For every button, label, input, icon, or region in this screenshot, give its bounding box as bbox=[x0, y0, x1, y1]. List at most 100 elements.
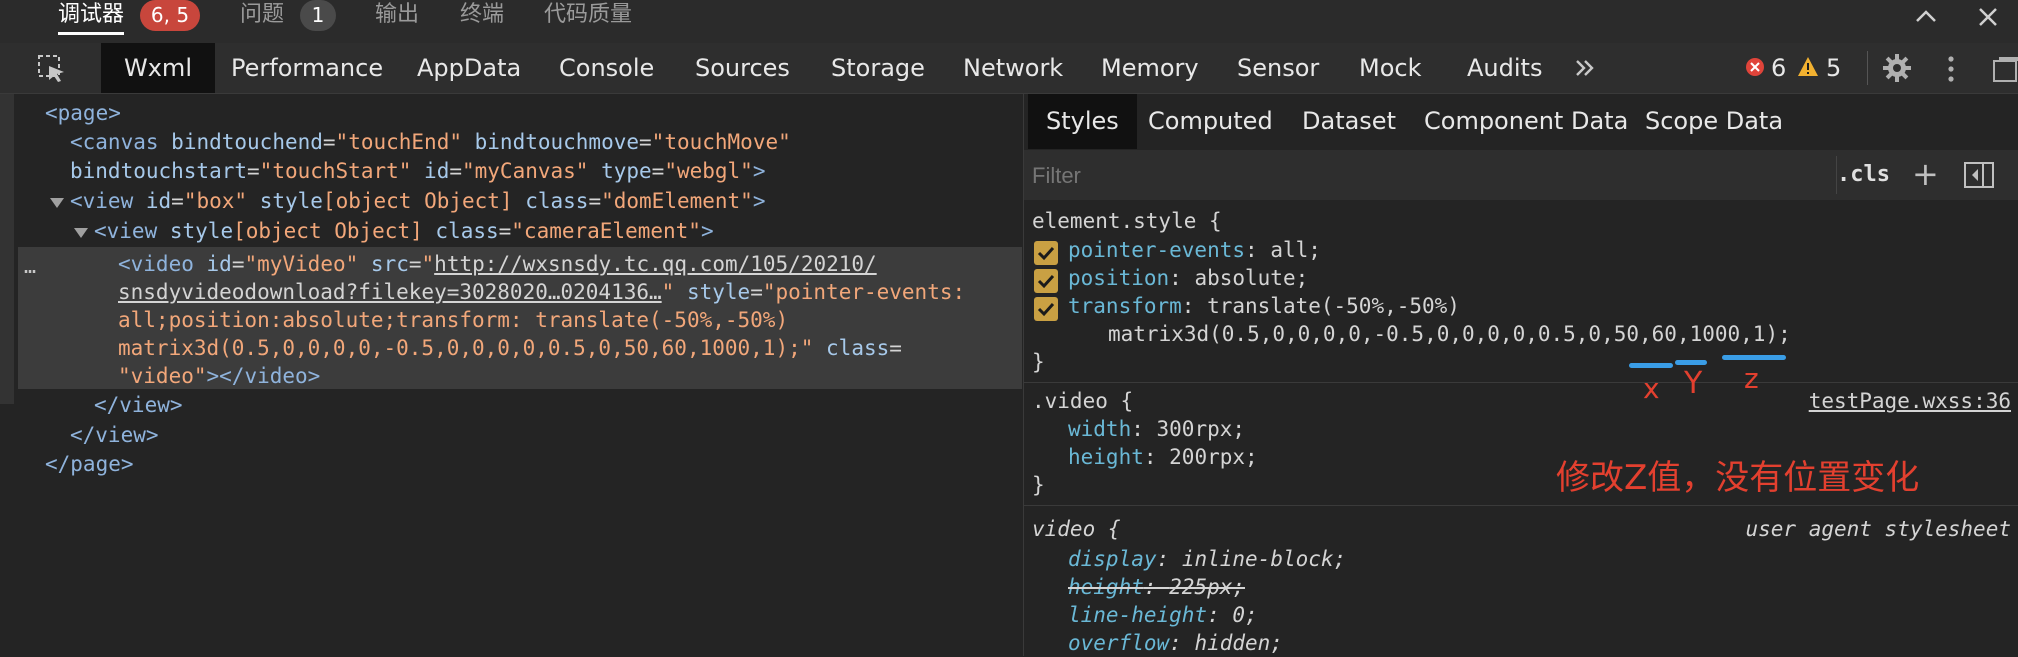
annotation-note: 修改Z值，没有位置变化 bbox=[1556, 458, 1920, 498]
prop-value[interactable]: absolute; bbox=[1194, 266, 1308, 290]
tag-view: <view bbox=[94, 219, 158, 243]
tab-code-quality[interactable]: 代码质量 bbox=[544, 0, 632, 30]
style-decl-height[interactable]: height: 200rpx; bbox=[1068, 443, 1258, 471]
more-options-icon[interactable] bbox=[1944, 54, 1958, 84]
error-count[interactable]: 6 bbox=[1771, 43, 1786, 93]
checkbox-checked[interactable] bbox=[1034, 269, 1058, 293]
style-decl-transform[interactable]: transform: translate(-50%,-50%) bbox=[1068, 292, 1460, 320]
tab-wxml[interactable]: Wxml bbox=[101, 43, 215, 93]
dom-node-video-style[interactable]: all;position:absolute;transform: transla… bbox=[118, 306, 788, 334]
tag-close: > bbox=[752, 189, 766, 213]
attr-value: "cameraElement" bbox=[511, 219, 701, 243]
dom-node-view-box[interactable]: <view id="box" style[object Object] clas… bbox=[70, 187, 765, 215]
video-class-selector: .video { bbox=[1032, 389, 1134, 413]
settings-gear-icon[interactable] bbox=[1882, 53, 1912, 83]
style-decl-overflow: overflow: hidden; bbox=[1068, 631, 1283, 655]
error-icon bbox=[1746, 58, 1764, 76]
filter-bar: .cls + bbox=[1024, 150, 2018, 200]
prop-value[interactable]: 200rpx; bbox=[1169, 445, 1258, 469]
tag-view: <view bbox=[70, 189, 134, 213]
video-src-link-cont[interactable]: snsdyvideodownload?filekey=3028020…02041… bbox=[118, 280, 662, 304]
tab-debugger[interactable]: 调试器 bbox=[58, 0, 125, 35]
prop-value[interactable]: all; bbox=[1270, 238, 1321, 262]
tab-issues[interactable]: 问题 bbox=[240, 0, 284, 30]
expand-triangle-icon[interactable] bbox=[50, 198, 64, 208]
prop-value: 0; bbox=[1232, 603, 1258, 627]
collapse-up-icon[interactable] bbox=[1911, 2, 1941, 32]
new-style-rule-button[interactable]: + bbox=[1912, 150, 1939, 198]
tag-video-close: ></video> bbox=[206, 364, 321, 388]
inspect-element-icon[interactable] bbox=[37, 54, 67, 84]
dock-side-icon[interactable] bbox=[1992, 55, 2018, 83]
tab-mock[interactable]: Mock bbox=[1359, 43, 1421, 93]
checkbox-checked[interactable] bbox=[1034, 297, 1058, 321]
source-link-testpage[interactable]: testPage.wxss:36 bbox=[1809, 387, 2011, 415]
dom-node-canvas[interactable]: <canvas bindtouchend="touchEnd" bindtouc… bbox=[70, 128, 791, 156]
dom-node-page[interactable]: <page> bbox=[45, 99, 121, 127]
tab-sensor[interactable]: Sensor bbox=[1237, 43, 1319, 93]
dom-node-page-close[interactable]: </page> bbox=[45, 450, 134, 478]
prop-name: pointer-events bbox=[1068, 238, 1246, 262]
tab-terminal[interactable]: 终端 bbox=[460, 0, 504, 30]
tag-close: > bbox=[752, 159, 766, 183]
dom-node-view-close[interactable]: </view> bbox=[94, 391, 183, 419]
dom-node-view-camera[interactable]: <view style[object Object] class="camera… bbox=[94, 217, 714, 245]
tab-component-data[interactable]: Component Data bbox=[1424, 94, 1628, 149]
attr-value: matrix3d(0.5,0,0,0,0,-0.5,0,0,0,0,0.5,0,… bbox=[118, 336, 814, 360]
issues-count-badge: 1 bbox=[300, 0, 336, 31]
tab-output[interactable]: 输出 bbox=[375, 0, 419, 30]
attr-value: "touchMove" bbox=[651, 130, 791, 154]
tab-scope-data[interactable]: Scope Data bbox=[1645, 94, 1783, 149]
dom-node-canvas-cont[interactable]: bindtouchstart="touchStart" id="myCanvas… bbox=[70, 157, 766, 185]
attr-name: class bbox=[435, 219, 499, 243]
style-decl-pointer-events[interactable]: pointer-events: all; bbox=[1068, 236, 1321, 264]
expand-triangle-icon[interactable] bbox=[74, 228, 88, 238]
prop-value: 225px; bbox=[1169, 575, 1246, 599]
tab-styles[interactable]: Styles bbox=[1028, 94, 1137, 149]
attr-name: style bbox=[169, 219, 234, 243]
annotation-underline-x bbox=[1629, 363, 1673, 368]
annotation-x-label: x bbox=[1643, 372, 1660, 405]
style-decl-width[interactable]: width: 300rpx; bbox=[1068, 415, 1245, 443]
tab-network[interactable]: Network bbox=[963, 43, 1063, 93]
checkbox-checked[interactable] bbox=[1034, 241, 1058, 265]
tab-dataset[interactable]: Dataset bbox=[1302, 94, 1396, 149]
close-icon[interactable] bbox=[1973, 2, 2003, 32]
more-tabs-chevron-icon[interactable] bbox=[1574, 58, 1596, 78]
attr-name: bindtouchend bbox=[171, 130, 323, 154]
tab-console[interactable]: Console bbox=[559, 43, 654, 93]
cls-toggle-button[interactable]: .cls bbox=[1837, 150, 1890, 200]
dom-node-video-style2[interactable]: matrix3d(0.5,0,0,0,0,-0.5,0,0,0,0,0.5,0,… bbox=[118, 334, 902, 362]
warning-count[interactable]: 5 bbox=[1826, 43, 1841, 93]
prop-name: transform bbox=[1068, 294, 1182, 318]
warning-icon bbox=[1798, 57, 1818, 76]
tab-appdata[interactable]: AppData bbox=[417, 43, 521, 93]
filter-input[interactable] bbox=[1030, 154, 1834, 198]
styles-panel: Styles Computed Dataset Component Data S… bbox=[1023, 94, 2018, 656]
attr-value: "myCanvas" bbox=[462, 159, 589, 183]
attr-name: bindtouchmove bbox=[474, 130, 640, 154]
prop-value[interactable]: 300rpx; bbox=[1157, 417, 1246, 441]
tab-performance[interactable]: Performance bbox=[231, 43, 383, 93]
dom-node-video-class[interactable]: "video"></video> bbox=[118, 362, 320, 390]
tab-computed[interactable]: Computed bbox=[1148, 94, 1273, 149]
toolbar-divider-2 bbox=[1867, 51, 1868, 85]
style-decl-position[interactable]: position: absolute; bbox=[1068, 264, 1308, 292]
tab-storage[interactable]: Storage bbox=[831, 43, 925, 93]
prop-value: inline-block; bbox=[1181, 547, 1347, 571]
node-more-icon[interactable]: … bbox=[24, 252, 36, 280]
dom-node-video-cont[interactable]: snsdyvideodownload?filekey=3028020…02041… bbox=[118, 278, 965, 306]
dom-node-view-close[interactable]: </view> bbox=[70, 421, 159, 449]
prop-value[interactable]: translate(-50%,-50%) bbox=[1207, 294, 1460, 318]
left-gutter bbox=[0, 94, 14, 404]
attr-name: id bbox=[206, 252, 232, 276]
annotation-underline-z bbox=[1722, 355, 1786, 360]
video-src-link[interactable]: http://wxsnsdy.tc.qq.com/105/20210/ bbox=[434, 252, 877, 276]
toggle-sidebar-icon[interactable] bbox=[1964, 162, 1994, 188]
tab-memory[interactable]: Memory bbox=[1101, 43, 1199, 93]
dom-node-video[interactable]: <video id="myVideo" src="http://wxsnsdy.… bbox=[118, 250, 877, 278]
tag-page-open: <page> bbox=[45, 101, 121, 125]
tab-audits[interactable]: Audits bbox=[1467, 43, 1542, 93]
tab-sources[interactable]: Sources bbox=[695, 43, 790, 93]
transform-matrix3d-value[interactable]: matrix3d(0.5,0,0,0,0,-0.5,0,0,0,0,0.5,0,… bbox=[1108, 320, 1791, 348]
